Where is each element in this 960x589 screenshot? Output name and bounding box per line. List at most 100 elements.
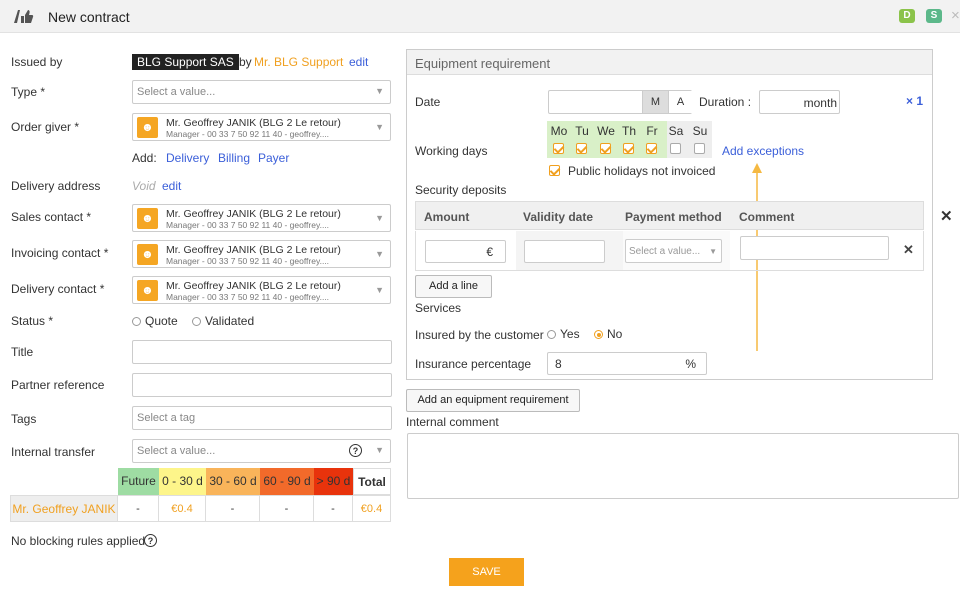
day-checkbox-sa[interactable] — [670, 143, 681, 154]
partner-reference-input[interactable] — [132, 373, 392, 397]
public-holidays-checkbox[interactable] — [549, 165, 560, 176]
aging-row-name[interactable]: Mr. Geoffrey JANIK — [10, 495, 118, 522]
status-quote-label: Quote — [145, 314, 178, 328]
insurance-percentage-input[interactable]: 8 % — [547, 352, 707, 375]
duration-multiplier[interactable]: × 1 — [906, 94, 923, 108]
delivery-address-value: Void — [132, 179, 156, 193]
add-exceptions-link[interactable]: Add exceptions — [722, 144, 804, 158]
badge-s[interactable]: S — [926, 9, 942, 23]
radio-icon — [547, 330, 556, 339]
badge-d[interactable]: D — [899, 9, 915, 23]
day-checkbox-fr[interactable] — [646, 143, 657, 154]
issued-by-label: Issued by — [11, 55, 63, 69]
title-input[interactable] — [132, 340, 392, 364]
chevron-down-icon: ▼ — [375, 86, 384, 96]
deposit-col-comment: Comment — [739, 210, 795, 224]
issued-by-edit-link[interactable]: edit — [349, 55, 368, 69]
internal-comment-textarea[interactable] — [407, 433, 959, 499]
issuer-company: BLG Support SAS — [132, 54, 239, 70]
date-input[interactable]: M A — [548, 90, 692, 114]
invoicing-contact-select[interactable]: ☻ Mr. Geoffrey JANIK (BLG 2 Le retour) M… — [132, 240, 391, 268]
day-checkbox-we[interactable] — [600, 143, 611, 154]
delivery-contact-label: Delivery contact * — [11, 282, 105, 296]
remove-deposits-icon[interactable]: ✕ — [940, 207, 953, 225]
close-icon[interactable]: × — [951, 7, 960, 24]
blocking-rules-text: No blocking rules applied — [11, 534, 146, 548]
save-button[interactable]: SAVE — [449, 558, 524, 586]
type-label: Type * — [11, 85, 46, 99]
day-label-th: Th — [621, 124, 636, 138]
add-billing-link[interactable]: Billing — [218, 151, 250, 165]
aging-value-90-plus: - — [314, 495, 353, 522]
insured-no-label: No — [607, 327, 623, 341]
duration-input[interactable]: month — [759, 90, 840, 114]
day-checkbox-su[interactable] — [694, 143, 705, 154]
deposit-comment-input[interactable] — [740, 236, 889, 260]
aging-header-90-plus: > 90 d — [314, 468, 353, 495]
invoicing-contact-detail: Manager - 00 33 7 50 92 11 40 - geoffrey… — [166, 256, 330, 266]
radio-icon — [192, 317, 201, 326]
day-checkbox-th[interactable] — [623, 143, 634, 154]
invoicing-contact-label: Invoicing contact * — [11, 246, 109, 260]
aging-header-future: Future — [118, 468, 159, 495]
deposit-amount-input[interactable]: € — [425, 240, 506, 263]
order-giver-select[interactable]: ☻ Mr. Geoffrey JANIK (BLG 2 Le retour) M… — [132, 113, 391, 141]
sales-contact-select[interactable]: ☻ Mr. Geoffrey JANIK (BLG 2 Le retour) M… — [132, 204, 391, 232]
invoicing-contact-name: Mr. Geoffrey JANIK (BLG 2 Le retour) — [166, 244, 341, 256]
public-holidays-label: Public holidays not invoiced — [568, 164, 716, 178]
deposit-col-amount: Amount — [424, 210, 470, 224]
tags-select[interactable]: Select a tag — [132, 406, 392, 430]
date-mode-a-button[interactable]: A — [668, 91, 692, 113]
deposits-table-header: Amount Validity date Payment method Comm… — [415, 201, 924, 230]
aging-value-0-30: €0.4 — [159, 495, 206, 522]
help-icon[interactable]: ? — [349, 444, 362, 457]
deposit-payment-select[interactable]: Select a value... ▼ — [625, 239, 722, 263]
partner-reference-label: Partner reference — [11, 378, 105, 392]
equipment-requirement-panel: Equipment requirement Date M A Duration … — [406, 49, 953, 380]
delivery-contact-select[interactable]: ☻ Mr. Geoffrey JANIK (BLG 2 Le retour) M… — [132, 276, 391, 304]
deposit-validity-input[interactable] — [524, 240, 605, 263]
insured-yes-radio[interactable]: Yes — [547, 327, 580, 341]
aging-value-future: - — [118, 495, 159, 522]
add-payer-link[interactable]: Payer — [258, 151, 289, 165]
help-icon[interactable]: ? — [144, 534, 157, 547]
issuer-person[interactable]: Mr. BLG Support — [254, 55, 343, 69]
date-label: Date — [415, 95, 441, 109]
add-line-button[interactable]: Add a line — [415, 275, 492, 298]
delivery-contact-name: Mr. Geoffrey JANIK (BLG 2 Le retour) — [166, 280, 341, 292]
day-checkbox-mo[interactable] — [553, 143, 564, 154]
remove-row-icon[interactable]: ✕ — [903, 242, 914, 258]
internal-transfer-label: Internal transfer — [11, 445, 96, 459]
contact-person-icon: ☻ — [137, 208, 158, 229]
day-label-tu: Tu — [575, 124, 589, 138]
aging-header-30-60: 30 - 60 d — [206, 468, 260, 495]
chevron-down-icon: ▼ — [375, 249, 384, 259]
status-label: Status * — [11, 314, 54, 328]
status-quote-radio[interactable]: Quote — [132, 314, 178, 328]
payment-select-value: Select a value... — [629, 246, 701, 257]
services-label: Services — [415, 301, 462, 315]
issued-by-word: by — [239, 55, 252, 69]
aging-value-30-60: - — [206, 495, 260, 522]
insured-no-radio[interactable]: No — [594, 327, 622, 341]
deposit-col-validity-date: Validity date — [523, 210, 594, 224]
add-equipment-requirement-button[interactable]: Add an equipment requirement — [406, 389, 580, 412]
radio-icon — [132, 317, 141, 326]
aging-header-60-90: 60 - 90 d — [260, 468, 314, 495]
internal-transfer-value: Select a value... — [137, 445, 216, 457]
internal-transfer-select[interactable]: Select a value... ? ▼ — [132, 439, 391, 463]
deposit-col-payment-method: Payment method — [625, 210, 722, 224]
day-label-su: Su — [692, 124, 708, 138]
contact-person-icon: ☻ — [137, 117, 158, 138]
add-delivery-link[interactable]: Delivery — [166, 151, 209, 165]
contact-person-icon: ☻ — [137, 280, 158, 301]
type-select[interactable]: Select a value... ▼ — [132, 80, 391, 104]
date-mode-m-button[interactable]: M — [642, 91, 668, 113]
delivery-address-edit-link[interactable]: edit — [162, 179, 181, 193]
internal-comment-label: Internal comment — [406, 415, 499, 429]
chevron-down-icon: ▼ — [375, 445, 384, 455]
day-checkbox-tu[interactable] — [576, 143, 587, 154]
status-validated-radio[interactable]: Validated — [192, 314, 254, 328]
insurance-percentage-label: Insurance percentage — [415, 357, 532, 371]
add-label: Add: — [132, 151, 157, 165]
